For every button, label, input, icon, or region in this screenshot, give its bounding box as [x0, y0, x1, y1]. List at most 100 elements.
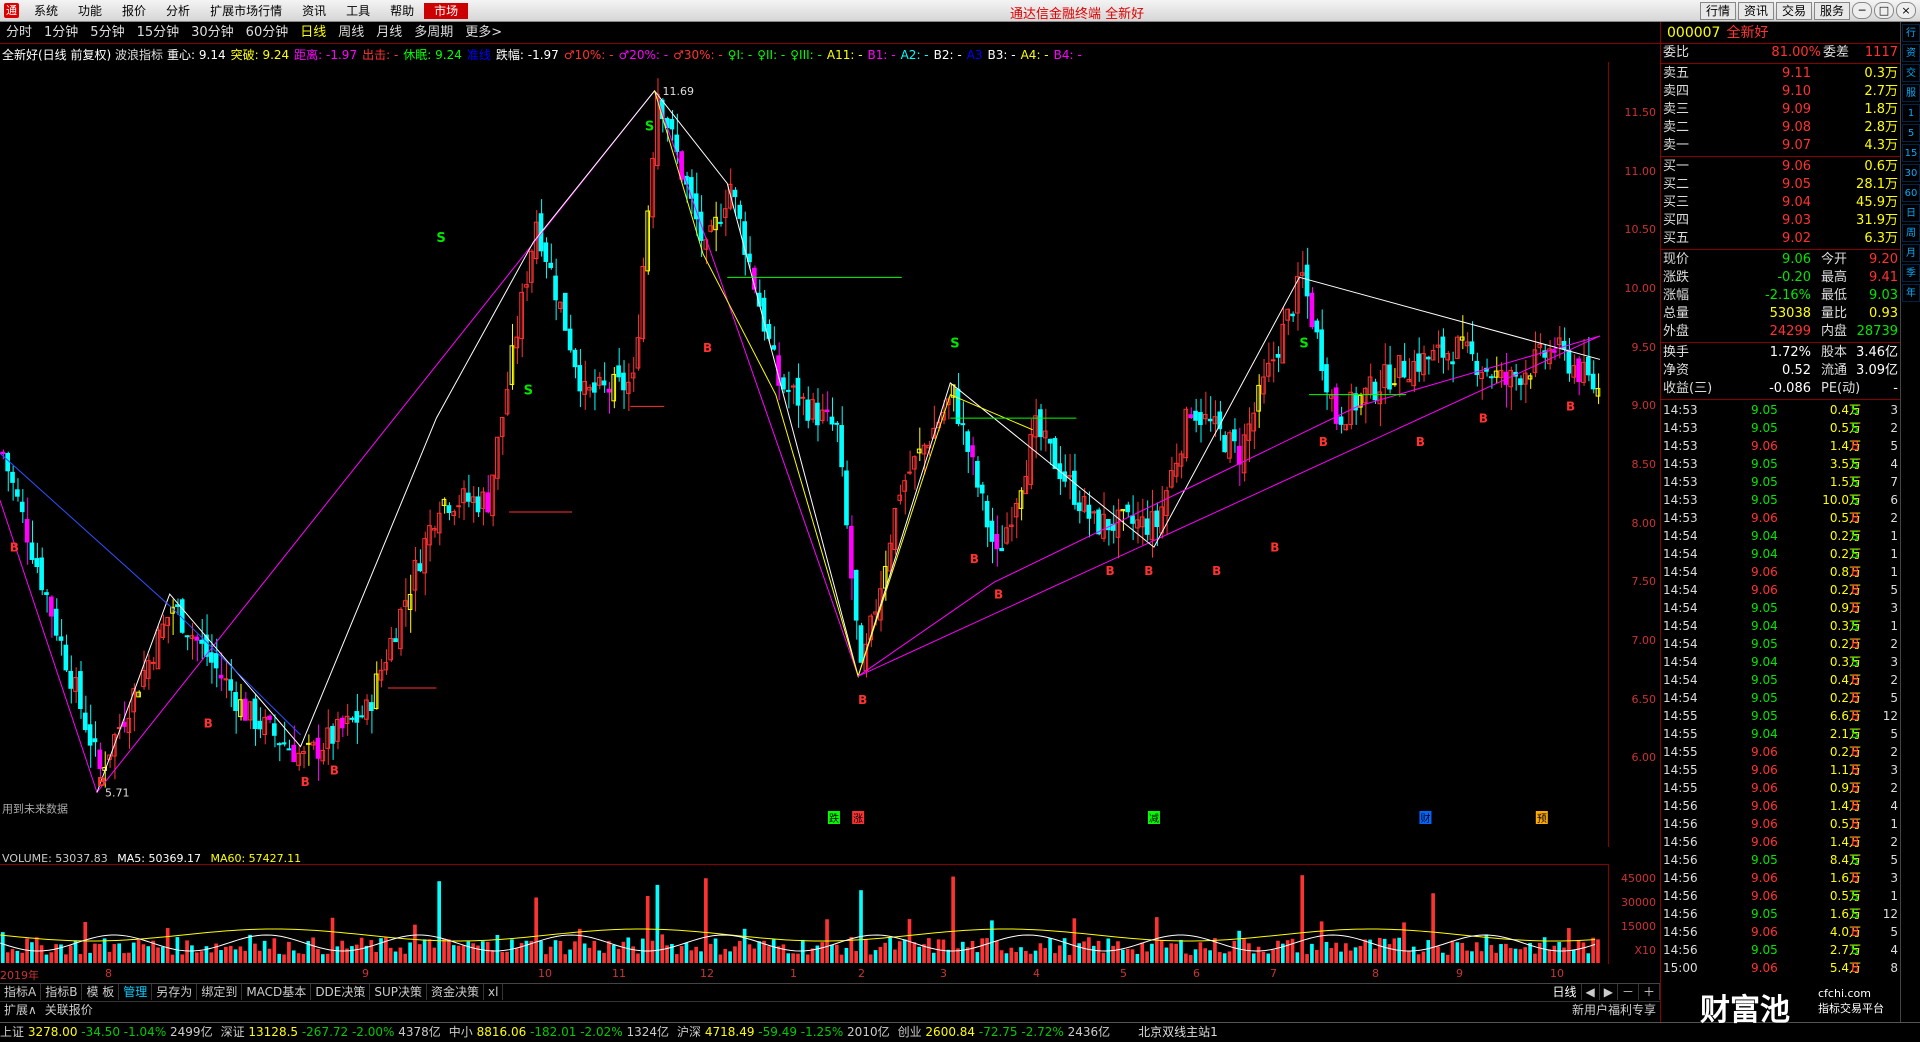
- indicator-tab-5[interactable]: 绑定到: [197, 984, 243, 1000]
- top-button-2[interactable]: 交易: [1776, 2, 1813, 20]
- side-button-6[interactable]: 15: [1902, 144, 1920, 162]
- indicator-tab-9[interactable]: 资金决策: [427, 984, 485, 1000]
- menu-item-3[interactable]: 分析: [156, 3, 200, 19]
- price-tick: 8.50: [1631, 458, 1657, 472]
- period-3[interactable]: 15分钟: [131, 23, 186, 43]
- indicator-tab-2[interactable]: 模 板: [82, 984, 120, 1000]
- index-1[interactable]: 深证 13128.5 -267.72 -2.00% 4378亿: [221, 1023, 441, 1041]
- top-button-1[interactable]: 资讯: [1738, 2, 1775, 20]
- menu-item-4[interactable]: 扩展市场行情: [200, 3, 292, 19]
- side-button-1[interactable]: 资: [1902, 44, 1920, 62]
- ext-item-1[interactable]: 关联报价: [41, 1002, 97, 1019]
- zoom-in-icon[interactable]: ＋: [1639, 984, 1660, 1000]
- index-3[interactable]: 沪深 4718.49 -59.49 -1.25% 2010亿: [677, 1023, 890, 1041]
- side-button-0[interactable]: 行: [1902, 24, 1920, 42]
- menu-item-6[interactable]: 工具: [336, 3, 380, 19]
- indicator-name[interactable]: 波浪指标: [115, 48, 163, 62]
- volume-bar: [563, 954, 568, 963]
- side-button-7[interactable]: 30: [1902, 164, 1920, 182]
- index-4[interactable]: 创业 2600.84 -72.75 -2.72% 2436亿: [898, 1023, 1111, 1041]
- indicator-tab-6[interactable]: MACD基本: [242, 984, 312, 1000]
- candle-body: [543, 242, 549, 262]
- promo-link[interactable]: 新用户福利专享: [1568, 1002, 1660, 1019]
- period-0[interactable]: 分时: [0, 23, 38, 43]
- top-button-3[interactable]: 服务: [1814, 2, 1851, 20]
- side-button-10[interactable]: 周: [1902, 224, 1920, 242]
- side-button-9[interactable]: 日: [1902, 204, 1920, 222]
- volume-bar: [432, 947, 437, 963]
- side-button-4[interactable]: 1: [1902, 104, 1920, 122]
- buy-row-3[interactable]: 买四 9.03 31.9万: [1661, 212, 1900, 230]
- period-6[interactable]: 日线: [294, 23, 332, 43]
- period-10[interactable]: 更多>: [459, 23, 508, 43]
- sell-row-4[interactable]: 卖一 9.07 4.3万: [1661, 137, 1900, 155]
- period-7[interactable]: 周线: [332, 23, 370, 43]
- side-button-5[interactable]: 5: [1902, 124, 1920, 142]
- buy-row-4[interactable]: 买五 9.02 6.3万: [1661, 230, 1900, 248]
- day-label[interactable]: 日线: [1548, 984, 1582, 1000]
- volume-bar: [1227, 951, 1232, 963]
- indicator-tab-8[interactable]: SUP决策: [370, 984, 428, 1000]
- indicator-tab-1[interactable]: 指标B: [41, 984, 83, 1000]
- candle-body: [272, 723, 277, 736]
- index-0[interactable]: 上证 3278.00 -34.50 -1.04% 2499亿: [0, 1023, 213, 1041]
- close-icon[interactable]: ×: [1896, 2, 1916, 19]
- sell-row-3[interactable]: 卖二 9.08 2.8万: [1661, 119, 1900, 137]
- indicator-tab-10[interactable]: xl: [484, 984, 504, 1000]
- ext-item-0[interactable]: 扩展∧: [0, 1002, 41, 1019]
- date-label: 8: [1372, 967, 1379, 980]
- wave-line: [654, 90, 1033, 678]
- period-1[interactable]: 1分钟: [38, 23, 84, 43]
- volume-chart[interactable]: [0, 864, 1608, 964]
- index-amount: 2010亿: [847, 1025, 890, 1039]
- indicator-tab-3[interactable]: 管理: [119, 984, 153, 1000]
- tick-list[interactable]: 14:53 9.05 0.4万 S 3 14:53 9.05 0.5万 S 2 14:53 9.06 1…: [1661, 401, 1900, 977]
- buy-price: 9.05: [1782, 177, 1811, 192]
- period-2[interactable]: 5分钟: [84, 23, 130, 43]
- side-button-2[interactable]: 交: [1902, 64, 1920, 82]
- top-button-0[interactable]: 行情: [1700, 2, 1737, 20]
- side-button-11[interactable]: 月: [1902, 244, 1920, 262]
- indicator-tab-7[interactable]: DDE决策: [311, 984, 371, 1000]
- buy-row-2[interactable]: 买三 9.04 45.9万: [1661, 194, 1900, 212]
- buy-row-0[interactable]: 买一 9.06 0.6万: [1661, 158, 1900, 176]
- menu-item-5[interactable]: 资讯: [292, 3, 336, 19]
- minimize-icon[interactable]: ─: [1852, 2, 1872, 19]
- kline-chart[interactable]: 11.695.71BB BBBBBBBB B BBB BBBSSSSS用到未来数据跌涨减…: [0, 62, 1608, 847]
- candle-body: [1207, 418, 1213, 422]
- tick-count: 2: [1890, 835, 1898, 849]
- menu-item-1[interactable]: 功能: [68, 3, 112, 19]
- price-axis: 11.50 11.00 10.50 10.00 9.50 9.00 8.50 8.00 7.50…: [1608, 62, 1660, 847]
- buy-row-1[interactable]: 买二 9.05 28.1万: [1661, 176, 1900, 194]
- side-button-8[interactable]: 60: [1902, 184, 1920, 202]
- period-9[interactable]: 多周期: [408, 23, 459, 43]
- sell-row-1[interactable]: 卖四 9.10 2.7万: [1661, 83, 1900, 101]
- zoom-out-icon[interactable]: －: [1618, 984, 1639, 1000]
- index-2[interactable]: 中小 8816.06 -182.01 -2.02% 1324亿: [449, 1023, 669, 1041]
- candle-body: [698, 211, 704, 241]
- maximize-icon[interactable]: □: [1874, 2, 1894, 19]
- side-button-3[interactable]: 服: [1902, 84, 1920, 102]
- period-4[interactable]: 30分钟: [185, 23, 240, 43]
- indicator-tab-0[interactable]: 指标A: [0, 984, 42, 1000]
- scroll-left-icon[interactable]: ◀: [1582, 984, 1600, 1000]
- volume-bar: [941, 939, 946, 963]
- indicator-tab-4[interactable]: 另存为: [152, 984, 198, 1000]
- volume-bar: [1091, 945, 1096, 963]
- menu-item-2[interactable]: 报价: [112, 3, 156, 19]
- sell-row-2[interactable]: 卖三 9.09 1.8万: [1661, 101, 1900, 119]
- side-button-13[interactable]: 年: [1902, 284, 1920, 302]
- side-button-12[interactable]: 季: [1902, 264, 1920, 282]
- volume-bar: [747, 944, 752, 963]
- menu-item-7[interactable]: 帮助: [380, 3, 424, 19]
- sell-row-0[interactable]: 卖五 9.11 0.3万: [1661, 65, 1900, 83]
- menu-item-0[interactable]: 系统: [24, 3, 68, 19]
- candle-body: [815, 402, 820, 426]
- volume-bar: [1504, 943, 1508, 963]
- period-5[interactable]: 60分钟: [240, 23, 295, 43]
- menu-item-8[interactable]: 市场: [424, 3, 469, 19]
- period-8[interactable]: 月线: [370, 23, 408, 43]
- tick-time: 14:53: [1663, 511, 1698, 525]
- scroll-right-icon[interactable]: ▶: [1600, 984, 1618, 1000]
- candle-body: [1047, 438, 1053, 444]
